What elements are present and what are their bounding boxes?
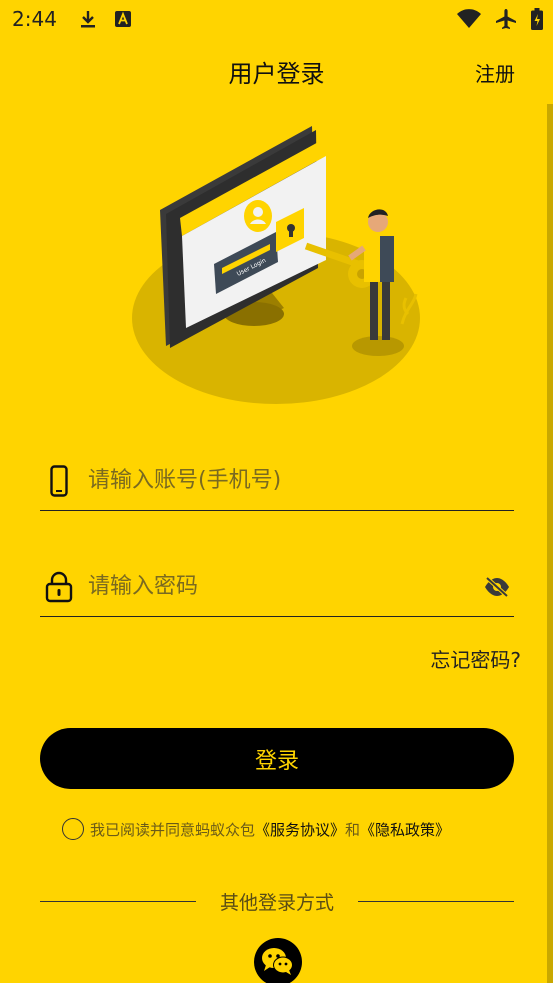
user-login-illustration: User Login <box>126 118 426 410</box>
agreement-text: 我已阅读并同意蚂蚁众包 <box>90 820 256 839</box>
service-agreement-link[interactable]: 《服务协议》 <box>255 819 345 840</box>
eye-off-icon[interactable] <box>480 576 514 598</box>
other-login-divider: 其他登录方式 <box>40 886 515 916</box>
password-field <box>40 557 514 617</box>
page-title: 用户登录 <box>228 60 325 88</box>
password-input[interactable] <box>88 574 480 599</box>
download-icon <box>80 11 95 28</box>
phone-icon <box>42 464 76 497</box>
agreement-row: 我已阅读并同意蚂蚁众包 《服务协议》 和 《隐私政策》 <box>62 816 450 842</box>
header: 用户登录 注册 <box>0 50 553 90</box>
account-field <box>40 451 514 511</box>
account-input[interactable] <box>88 468 514 493</box>
lock-icon <box>42 571 76 603</box>
status-time: 2:44 <box>12 7 57 31</box>
divider-right <box>358 900 515 902</box>
wechat-login-button[interactable] <box>254 938 302 983</box>
register-link[interactable]: 注册 <box>475 58 515 87</box>
agreement-and-text: 和 <box>345 820 361 839</box>
wechat-icon <box>262 948 293 975</box>
a-font-icon <box>114 11 131 27</box>
privacy-policy-link[interactable]: 《隐私政策》 <box>360 819 450 840</box>
scroll-indicator <box>547 104 553 983</box>
wifi-icon <box>457 9 481 28</box>
battery-icon <box>531 8 543 30</box>
divider-left <box>40 900 196 902</box>
other-login-label: 其他登录方式 <box>220 891 335 914</box>
status-bar: 2:44 <box>0 0 553 38</box>
forgot-password-link[interactable]: 忘记密码? <box>430 644 521 673</box>
login-button[interactable]: 登录 <box>40 728 514 789</box>
agree-checkbox[interactable] <box>62 818 84 840</box>
airplane-icon <box>496 9 516 29</box>
